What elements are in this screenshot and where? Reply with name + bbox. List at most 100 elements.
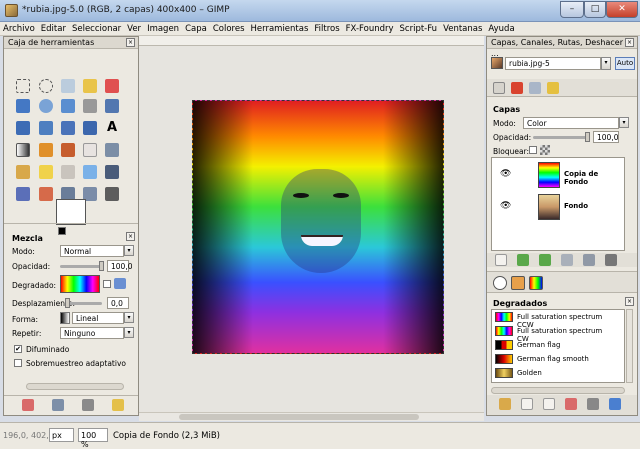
rotate-icon[interactable] <box>39 121 53 135</box>
layer-row-fondo[interactable]: 👁 Fondo <box>492 192 613 222</box>
minimize-button[interactable]: – <box>560 1 584 18</box>
blend-tool-icon[interactable] <box>16 143 30 157</box>
gradient-item[interactable]: German flag <box>492 338 604 352</box>
smudge-icon[interactable] <box>105 165 119 179</box>
tab-patterns-icon[interactable] <box>511 276 525 290</box>
menu-ver[interactable]: Ver <box>124 22 144 36</box>
raise-layer-icon[interactable] <box>517 254 529 266</box>
anchor-layer-icon[interactable] <box>583 254 595 266</box>
shape-dropdown-icon[interactable]: ▾ <box>124 312 134 323</box>
crop-icon[interactable] <box>16 121 30 135</box>
refresh-gradients-icon[interactable] <box>609 398 621 410</box>
scissors-icon[interactable] <box>16 99 30 113</box>
opacity-slider[interactable] <box>60 265 104 268</box>
menu-archivo[interactable]: Archivo <box>0 22 38 36</box>
new-layer-icon[interactable] <box>495 254 507 266</box>
scale-icon[interactable] <box>61 121 75 135</box>
options-scrollbar[interactable] <box>26 383 124 390</box>
clone-icon[interactable] <box>61 165 75 179</box>
shape-select[interactable]: Lineal <box>72 312 124 324</box>
toolbox-close-icon[interactable]: × <box>126 38 135 47</box>
menu-ayuda[interactable]: Ayuda <box>485 22 517 36</box>
layer-mode-dropdown-icon[interactable]: ▾ <box>619 117 629 128</box>
tab-gradients-icon[interactable] <box>529 276 543 290</box>
foreground-color-swatch[interactable] <box>58 227 66 235</box>
eraser-icon[interactable] <box>83 143 97 157</box>
align-icon[interactable] <box>105 99 119 113</box>
menu-fx-foundry[interactable]: FX-Foundry <box>343 22 397 36</box>
zoom-select[interactable]: 100 % <box>78 428 108 449</box>
repeat-dropdown-icon[interactable]: ▾ <box>124 327 134 338</box>
move-icon[interactable] <box>83 99 97 113</box>
save-options-icon[interactable] <box>22 399 34 411</box>
duplicate-layer-icon[interactable] <box>561 254 573 266</box>
gradient-item[interactable]: Full saturation spectrum CCW <box>492 310 604 329</box>
options-close-icon[interactable]: × <box>126 232 135 241</box>
opacity-field[interactable]: 100,0 <box>107 260 132 272</box>
layer-name[interactable]: Fondo <box>564 202 588 210</box>
edit-gradient-icon[interactable] <box>499 398 511 410</box>
horizontal-scrollbar[interactable] <box>139 412 484 421</box>
tab-layers-icon[interactable] <box>493 82 505 94</box>
tab-channels-icon[interactable] <box>511 82 523 94</box>
layer-opacity-field[interactable]: 100,0 <box>593 131 619 143</box>
gradient-item[interactable]: Full saturation spectrum CW <box>492 324 604 343</box>
layer-opacity-slider[interactable] <box>533 136 589 139</box>
gradients-scrollbar[interactable] <box>626 309 633 383</box>
menu-imagen[interactable]: Imagen <box>144 22 182 36</box>
restore-options-icon[interactable] <box>52 399 64 411</box>
reverse-gradient-checkbox[interactable] <box>103 280 111 288</box>
mode-dropdown-icon[interactable]: ▾ <box>124 245 134 256</box>
scroll-thumb[interactable] <box>179 414 419 420</box>
dither-checkbox[interactable]: ✔ <box>14 345 22 353</box>
perspective-icon[interactable] <box>105 187 119 201</box>
text-tool-icon[interactable]: A <box>105 121 119 135</box>
lock-pixels-checkbox[interactable] <box>529 146 537 154</box>
delete-options-icon[interactable] <box>82 399 94 411</box>
ellipse-select-icon[interactable] <box>39 79 53 93</box>
mode-select[interactable]: Normal <box>60 245 124 257</box>
rect-select-icon[interactable] <box>16 79 30 93</box>
gradient-preview[interactable] <box>60 275 100 293</box>
shear-icon[interactable] <box>83 121 97 135</box>
adaptive-supersampling-checkbox[interactable] <box>14 359 22 367</box>
background-color-swatch[interactable] <box>56 199 86 225</box>
menu-colores[interactable]: Colores <box>210 22 248 36</box>
unit-select[interactable]: px <box>49 428 74 442</box>
maximize-button[interactable]: □ <box>584 1 606 18</box>
image-selector[interactable]: rubia.jpg-5 <box>505 57 601 70</box>
duplicate-gradient-icon[interactable] <box>543 398 555 410</box>
layer-row-copia-de-fondo[interactable]: 👁 Copia de Fondo <box>492 160 613 190</box>
dock-close-icon[interactable]: × <box>625 38 634 47</box>
zoom-icon[interactable] <box>39 99 53 113</box>
reset-options-icon[interactable] <box>112 399 124 411</box>
image-dropdown-icon[interactable]: ▾ <box>601 57 611 70</box>
auto-button[interactable]: Auto <box>615 57 635 70</box>
tab-undo-icon[interactable] <box>547 82 559 94</box>
lower-layer-icon[interactable] <box>539 254 551 266</box>
layer-name[interactable]: Copia de Fondo <box>564 170 613 186</box>
offset-field[interactable]: 0,0 <box>107 297 129 309</box>
visibility-eye-icon[interactable]: 👁 <box>500 201 511 211</box>
layer-mode-select[interactable]: Color <box>523 117 619 129</box>
repeat-select[interactable]: Ninguno <box>60 327 124 339</box>
new-gradient-icon[interactable] <box>521 398 533 410</box>
fuzzy-select-icon[interactable] <box>83 79 97 93</box>
offset-slider[interactable] <box>66 302 102 305</box>
menu-script-fu[interactable]: Script-Fu <box>397 22 441 36</box>
gradients-close-icon[interactable]: × <box>625 297 634 306</box>
opacity-slider-knob[interactable] <box>99 261 104 271</box>
menu-filtros[interactable]: Filtros <box>311 22 342 36</box>
reverse-gradient-icon[interactable] <box>114 278 126 289</box>
heal-icon[interactable] <box>39 165 53 179</box>
pencil-icon[interactable] <box>39 143 53 157</box>
close-button[interactable]: ✕ <box>606 1 638 18</box>
gradient-item[interactable]: Golden <box>492 366 604 380</box>
menu-capa[interactable]: Capa <box>182 22 210 36</box>
offset-slider-knob[interactable] <box>65 298 70 308</box>
dodge-burn-icon[interactable] <box>16 187 30 201</box>
paths-icon[interactable] <box>39 187 53 201</box>
gradient-to-palette-icon[interactable] <box>565 398 577 410</box>
lock-alpha-icon[interactable] <box>540 145 550 155</box>
blur-icon[interactable] <box>83 165 97 179</box>
